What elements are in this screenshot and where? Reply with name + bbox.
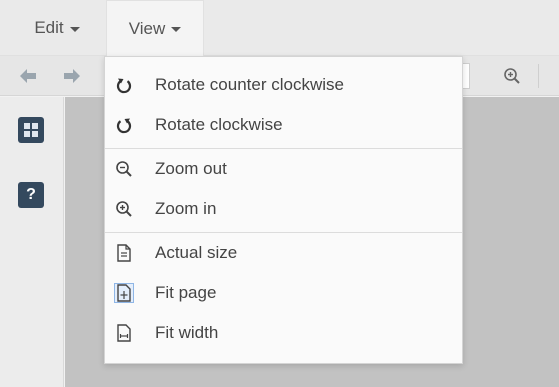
rotate-ccw-icon [114,75,134,95]
zoom-in-icon [504,68,520,84]
menu-item-label: Rotate clockwise [155,115,283,134]
menu-item-fit-page[interactable]: Fit page [105,273,462,313]
menu-item-zoom-out[interactable]: Zoom out [105,149,462,189]
help-button[interactable]: ? [18,182,44,208]
fit-page-icon [114,283,134,303]
forward-button[interactable] [58,62,86,90]
edit-menu[interactable]: Edit [24,0,90,56]
menu-item-label: Rotate counter clockwise [155,75,344,94]
edit-menu-label: Edit [34,18,64,37]
menu-item-rotate-cw[interactable]: Rotate clockwise [105,105,462,145]
menu-item-label: Fit page [155,283,217,302]
view-menu-dropdown: Rotate counter clockwise Rotate clockwis… [104,56,463,364]
thumbnails-button[interactable] [18,117,44,143]
page-number-field[interactable] [462,63,470,89]
menu-item-zoom-in[interactable]: Zoom in [105,189,462,229]
zoom-in-button[interactable] [498,62,526,90]
menu-item-rotate-ccw[interactable]: Rotate counter clockwise [105,65,462,105]
back-button[interactable] [14,62,42,90]
menu-item-label: Zoom out [155,159,227,178]
question-icon: ? [26,186,36,203]
menu-item-actual-size[interactable]: Actual size [105,233,462,273]
caret-down-icon [69,26,80,32]
menu-item-fit-width[interactable]: Fit width [105,313,462,353]
arrow-left-icon [20,69,36,83]
actual-size-icon [114,243,134,263]
menu-item-label: Fit width [155,323,219,342]
toolbar-divider [538,64,539,88]
menu-item-label: Actual size [155,243,238,262]
menu-bar: Edit View [0,0,559,56]
rotate-cw-icon [114,115,134,135]
fit-width-icon [114,323,134,343]
grid-icon [24,123,38,137]
sidebar: ? [0,97,64,387]
zoom-in-icon [114,199,134,219]
caret-down-icon [171,27,182,32]
view-menu-label: View [128,18,166,38]
view-menu[interactable]: View [106,0,204,56]
document-viewer: Edit View ? Rotate counter clockwise Rot… [0,0,559,387]
zoom-out-icon [114,159,134,179]
menu-item-label: Zoom in [155,199,217,218]
arrow-right-icon [64,69,80,83]
